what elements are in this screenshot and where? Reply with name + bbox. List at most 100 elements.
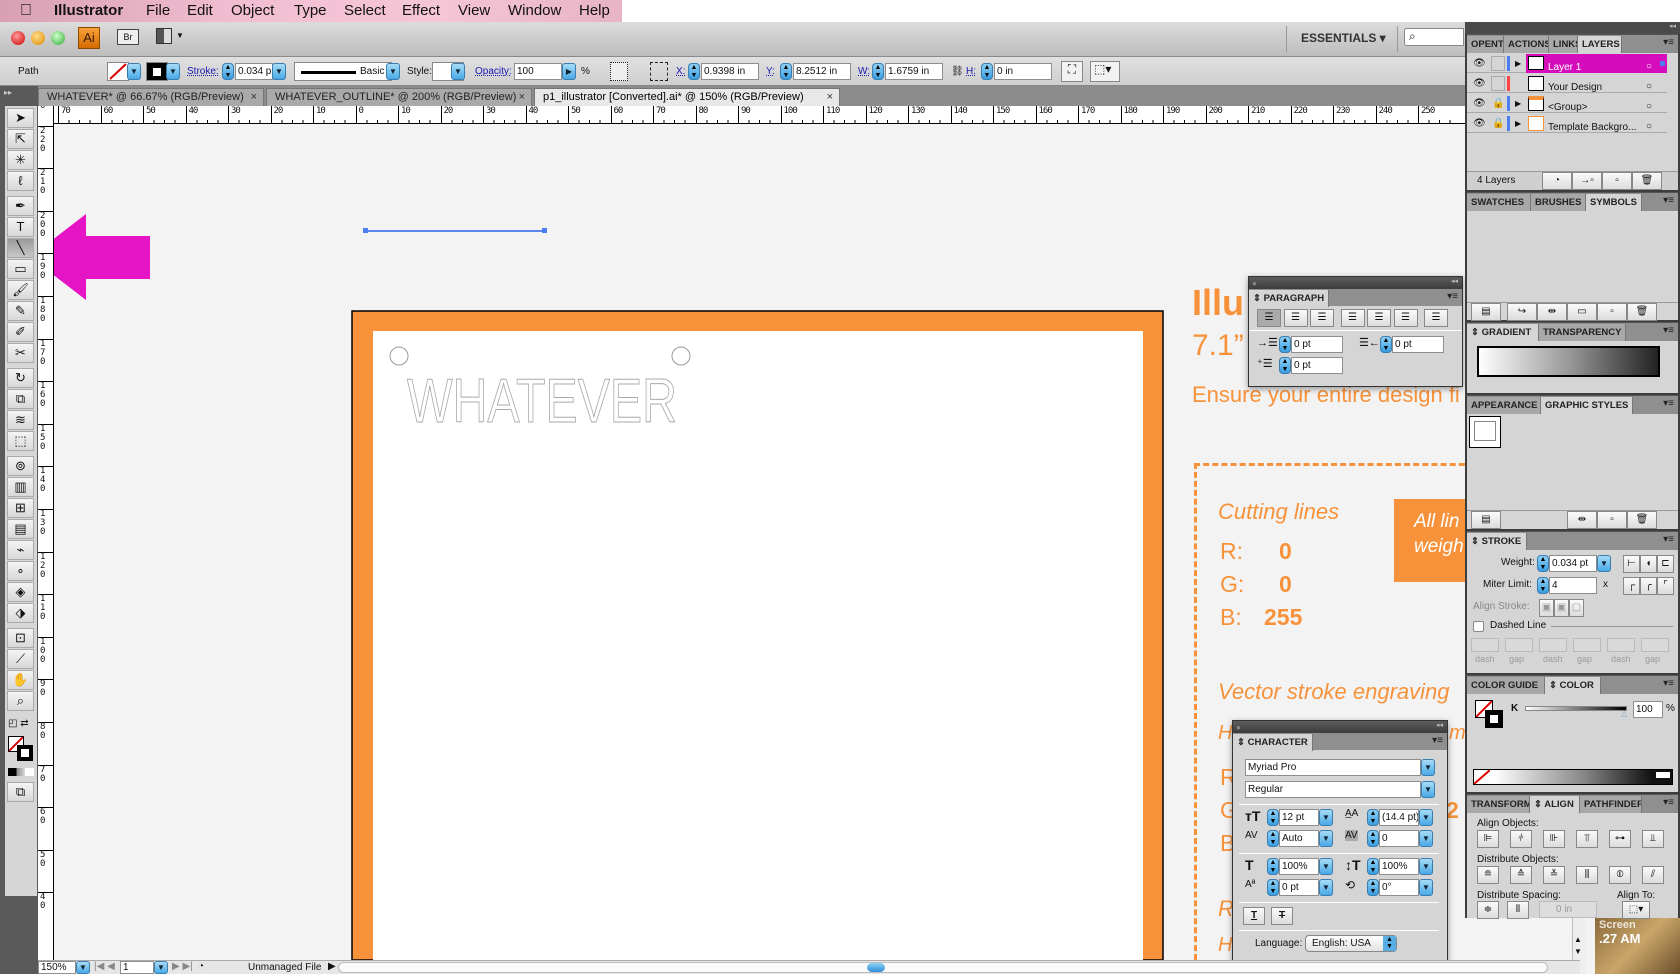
panel-menu-icon[interactable]: ▾≡ <box>1663 195 1674 206</box>
bridge-button[interactable]: Br <box>117 29 139 45</box>
menu-select[interactable]: Select <box>344 2 386 19</box>
tab-appearance[interactable]: APPEARANCE <box>1467 397 1541 414</box>
stroke-label[interactable]: Stroke: <box>187 62 219 81</box>
zoom-window-button[interactable] <box>51 31 65 45</box>
chevron-down-icon[interactable]: ▼ <box>176 31 184 40</box>
round-join-button[interactable]: ╭ <box>1640 577 1657 595</box>
round-cap-button[interactable]: ◖ <box>1640 555 1657 573</box>
tool-mesh[interactable]: ⊞ <box>7 498 34 518</box>
dash-input[interactable] <box>1539 638 1567 652</box>
tool-eyedropper[interactable]: ⌁ <box>7 540 34 560</box>
align-stroke-outside-button[interactable]: ▢ <box>1569 599 1584 617</box>
collapse-panel-icon[interactable]: ▸▸ <box>4 88 12 97</box>
leading-stepper[interactable]: ▲ ▼ <box>1367 809 1379 826</box>
baseline-dropdown[interactable]: ▼ <box>1319 879 1333 896</box>
tab-brushes[interactable]: BRUSHES <box>1531 194 1586 211</box>
break-link-icon[interactable]: ⇹ <box>1537 303 1567 321</box>
leading-dropdown[interactable]: ▼ <box>1419 809 1433 826</box>
zoom-level-input[interactable]: 150% <box>38 961 76 974</box>
right-indent-input[interactable]: 0 pt <box>1392 336 1444 353</box>
lock-icon[interactable]: 🔒 <box>1492 114 1504 133</box>
tool-type[interactable]: T <box>7 217 34 237</box>
tool-lasso[interactable]: ℓ <box>7 171 34 191</box>
layer-name[interactable]: Template Backgro... <box>1548 118 1636 137</box>
horizontal-align-right-button[interactable]: ⊪ <box>1543 830 1565 848</box>
align-stroke-inside-button[interactable]: ▣ <box>1554 599 1569 617</box>
horizontal-align-center-button[interactable]: ⫩ <box>1510 830 1532 848</box>
visibility-eye-icon[interactable]: 👁 <box>1473 54 1486 73</box>
vertical-distribute-top-button[interactable]: ≘ <box>1477 866 1499 884</box>
panel-menu-icon[interactable]: ▾≡ <box>1663 325 1674 336</box>
weight-dropdown[interactable]: ▼ <box>1597 555 1611 572</box>
transform-reference-icon[interactable] <box>650 62 668 81</box>
make-clipping-mask-icon[interactable]: →▫ <box>1572 172 1602 190</box>
new-symbol-icon[interactable]: ▫ <box>1597 303 1627 321</box>
tool-column-graph[interactable]: ▥ <box>7 477 34 497</box>
tab-actions[interactable]: ACTIONS <box>1504 36 1549 53</box>
projecting-cap-button[interactable]: ⊏ <box>1657 555 1674 573</box>
k-value-input[interactable]: 100 <box>1633 701 1663 718</box>
horizontal-scale-stepper[interactable]: ▲ ▼ <box>1267 858 1279 875</box>
language-select[interactable]: English: USA ▲ ▼ <box>1305 935 1397 952</box>
isolate-group-icon[interactable]: ⛶ <box>1061 61 1083 82</box>
collapse-dock-icon[interactable]: ◂◂ <box>1669 22 1676 30</box>
align-to-selection-dropdown[interactable]: ⬚▾ <box>1622 901 1650 919</box>
weight-stepper[interactable]: ▲ ▼ <box>1537 555 1549 572</box>
stroke-dropdown[interactable]: ▼ <box>166 63 180 80</box>
break-link-icon[interactable]: ⇹ <box>1567 511 1597 529</box>
place-symbol-icon[interactable]: ↪ <box>1507 303 1537 321</box>
tab-color[interactable]: ⇕ COLOR <box>1545 677 1601 694</box>
stroke-color-swatch[interactable] <box>1485 710 1503 728</box>
x-stepper[interactable]: ▲ ▼ <box>688 63 700 80</box>
tab-whatever-outline[interactable]: WHATEVER_OUTLINE* @ 200% (RGB/Preview) × <box>266 88 532 106</box>
layer-row-layer-1[interactable]: 👁 ▶ Layer 1 ○ <box>1467 54 1667 73</box>
opacity-slider-button[interactable]: ▶ <box>562 63 576 80</box>
layer-row-your-design[interactable]: 👁 Your Design ○ <box>1467 74 1667 93</box>
w-label[interactable]: W: <box>858 62 870 81</box>
character-tab[interactable]: ⇕ CHARACTER <box>1233 734 1313 751</box>
horizontal-ruler[interactable]: 70 60 50 40 30 20 10 0 10 20 30 40 50 60 70 80 90 100 110 1… <box>54 106 1465 124</box>
opacity-input[interactable]: 100 <box>514 63 562 80</box>
visibility-eye-icon[interactable]: 👁 <box>1473 94 1486 113</box>
k-slider-thumb[interactable]: △ <box>1621 709 1627 718</box>
version-cue-icon[interactable]: ◔ <box>198 961 204 972</box>
tab-pathfinder[interactable]: PATHFINDER <box>1580 796 1642 813</box>
tool-symbol-sprayer[interactable]: ⊚ <box>7 456 34 476</box>
tab-stroke[interactable]: ⇕ STROKE <box>1467 533 1527 550</box>
new-sublayer-icon[interactable]: ▫ <box>1602 172 1632 190</box>
left-indent-input[interactable]: 0 pt <box>1291 336 1343 353</box>
status-menu-arrow[interactable]: ▶ <box>328 961 336 972</box>
menu-object[interactable]: Object <box>231 2 274 19</box>
right-indent-stepper[interactable]: ▲ ▼ <box>1380 336 1392 353</box>
weight-input[interactable]: 0.034 pt <box>1549 555 1597 572</box>
constrain-proportions-link-icon[interactable]: ⛓ <box>951 62 964 81</box>
panel-menu-icon[interactable]: ▾≡ <box>1663 534 1674 545</box>
tab-transparency[interactable]: TRANSPARENCY <box>1539 324 1626 341</box>
rotation-dropdown[interactable]: ▼ <box>1419 879 1433 896</box>
gap-input[interactable] <box>1641 638 1669 652</box>
y-stepper[interactable]: ▲ ▼ <box>780 63 792 80</box>
tab-gradient[interactable]: ⇕ GRADIENT <box>1467 324 1539 341</box>
font-size-input[interactable]: 12 pt <box>1279 809 1319 826</box>
tab-swatches[interactable]: SWATCHES <box>1467 194 1531 211</box>
baseline-stepper[interactable]: ▲ ▼ <box>1267 879 1279 896</box>
vertical-ruler[interactable]: 2 3 02 2 02 1 02 0 01 9 01 8 01 7 01 6 0… <box>38 106 54 960</box>
tool-rotate[interactable]: ↻ <box>7 368 34 388</box>
align-stroke-center-button[interactable]: ▣ <box>1539 599 1554 617</box>
tab-symbols[interactable]: SYMBOLS <box>1586 194 1642 211</box>
artboard-number-input[interactable]: 1 <box>120 961 154 974</box>
menu-effect[interactable]: Effect <box>402 2 440 19</box>
symbol-options-icon[interactable]: ▭ <box>1567 303 1597 321</box>
bevel-join-button[interactable]: ⌜ <box>1657 577 1674 595</box>
tab-align[interactable]: ⇕ ALIGN <box>1530 796 1580 813</box>
close-tab-icon[interactable]: × <box>251 89 257 106</box>
artboard-dropdown[interactable]: ▼ <box>154 961 168 974</box>
layer-row-template-background[interactable]: 👁 🔒 ▶ Template Backgro... ○ <box>1467 114 1667 133</box>
collapse-icon[interactable]: ◂◂ <box>1436 721 1443 729</box>
font-size-stepper[interactable]: ▲ ▼ <box>1267 809 1279 826</box>
white-color-chip[interactable] <box>1656 772 1670 778</box>
vertical-align-bottom-button[interactable]: ⫫ <box>1642 830 1664 848</box>
vertical-scale-input[interactable]: 100% <box>1379 858 1419 875</box>
scroll-up-arrow[interactable]: ▲ <box>1574 935 1582 944</box>
lock-toggle[interactable] <box>1491 56 1505 71</box>
